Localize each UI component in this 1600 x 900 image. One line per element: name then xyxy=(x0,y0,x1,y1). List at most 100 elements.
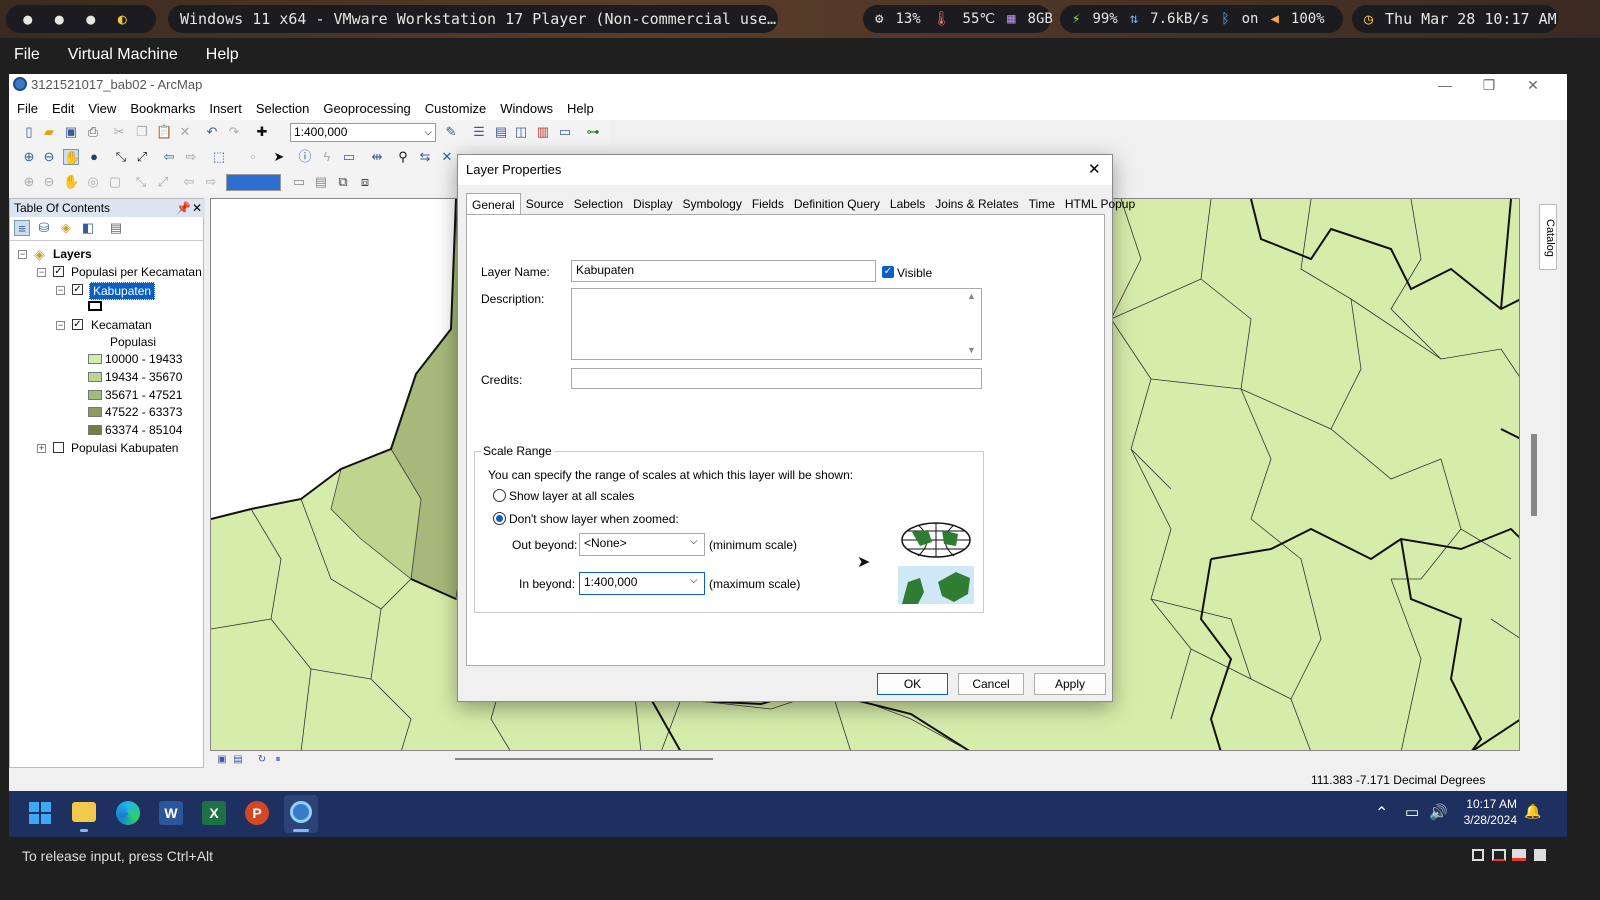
map-scale-combo[interactable]: 1:400,000 ⌵ xyxy=(290,123,436,142)
workspace-indicator[interactable]: ● ● ● ◐ xyxy=(6,5,156,33)
edge-browser-icon[interactable] xyxy=(116,801,140,825)
visible-checkbox[interactable]: ✓ xyxy=(882,266,894,278)
usb-device-icon[interactable] xyxy=(1512,849,1526,861)
print-icon[interactable]: ⎙ xyxy=(85,124,101,140)
populasi-kabupaten-checkbox[interactable] xyxy=(53,442,64,453)
legend-swatch[interactable] xyxy=(88,390,102,400)
delete-icon[interactable]: ✕ xyxy=(177,124,193,140)
fixed-zoom-out-layout-icon[interactable]: ⤢ xyxy=(155,174,171,190)
show-all-scales-radio[interactable] xyxy=(493,489,506,502)
layout-pan-icon[interactable]: ✋ xyxy=(63,174,79,190)
out-beyond-select[interactable]: <None> ⌵ xyxy=(579,533,705,556)
full-extent-icon[interactable]: ● xyxy=(86,149,102,165)
collapse-icon[interactable]: − xyxy=(37,268,46,277)
legend-swatch[interactable] xyxy=(88,372,102,382)
toc-layers-root[interactable]: Layers xyxy=(53,247,92,261)
save-icon[interactable]: ▣ xyxy=(63,124,79,140)
excel-icon[interactable]: X xyxy=(202,801,226,825)
python-window-icon[interactable]: ▭ xyxy=(557,124,573,140)
table-of-contents-icon[interactable]: ☰ xyxy=(471,124,487,140)
menu-selection[interactable]: Selection xyxy=(248,101,315,116)
workspace-dot-icon[interactable]: ● xyxy=(23,10,32,28)
ok-button[interactable]: OK xyxy=(877,673,948,695)
toggle-draft-icon[interactable]: ▭ xyxy=(291,174,307,190)
legend-swatch[interactable] xyxy=(88,354,102,364)
select-elements-icon[interactable]: ➤ xyxy=(271,149,287,165)
refresh-icon[interactable]: ↻ xyxy=(254,752,270,768)
paste-icon[interactable]: 📋 xyxy=(156,124,172,140)
redo-icon[interactable]: ↷ xyxy=(226,124,242,140)
editor-toolbar-icon[interactable]: ✎ xyxy=(443,124,459,140)
back-extent-icon[interactable]: ⇦ xyxy=(181,174,197,190)
forward-extent-icon[interactable]: ⇨ xyxy=(203,174,219,190)
scroll-up-icon[interactable]: ▲ xyxy=(967,291,976,301)
arctoolbox-icon[interactable]: ▥ xyxy=(535,124,551,140)
tab-symbology[interactable]: Symbology xyxy=(677,193,746,215)
kabupaten-visible-checkbox[interactable]: ✓ xyxy=(72,284,83,295)
identify-icon[interactable]: ⓘ xyxy=(297,149,313,165)
clear-selection-icon[interactable]: ▫ xyxy=(245,149,261,165)
powerpoint-icon[interactable]: P xyxy=(245,801,269,825)
zoom-in-icon[interactable]: ⊕ xyxy=(21,149,37,165)
focus-data-frame-icon[interactable]: ▤ xyxy=(313,174,329,190)
measure-icon[interactable]: ⇹ xyxy=(369,149,385,165)
scroll-down-icon[interactable]: ▼ xyxy=(967,345,976,355)
zoom-out-icon[interactable]: ⊖ xyxy=(41,149,57,165)
legend-swatch[interactable] xyxy=(88,425,102,435)
menu-help[interactable]: Help xyxy=(559,101,600,116)
zoom-whole-page-icon[interactable]: ◎ xyxy=(85,174,101,190)
close-toc-icon[interactable]: ✕ xyxy=(192,199,202,217)
tab-source[interactable]: Source xyxy=(521,193,569,215)
clock[interactable]: ◷ Thu Mar 28 10:17 AM xyxy=(1352,5,1558,33)
taskbar-date[interactable]: 3/28/2024 xyxy=(1449,813,1517,827)
workspace-dot-icon[interactable]: ● xyxy=(86,10,95,28)
hdd-device-icon[interactable] xyxy=(1472,849,1484,861)
close-button[interactable]: ✕ xyxy=(1511,74,1555,96)
html-popup-icon[interactable]: ▭ xyxy=(341,149,357,165)
toc-layer-kabupaten[interactable]: Kabupaten xyxy=(89,282,156,300)
collapse-icon[interactable]: − xyxy=(56,321,65,330)
go-back-icon[interactable]: ⇦ xyxy=(161,149,177,165)
catalog-window-icon[interactable]: ▤ xyxy=(493,124,509,140)
expand-icon[interactable]: + xyxy=(37,444,46,453)
copy-icon[interactable]: ❐ xyxy=(134,124,150,140)
legend-swatch[interactable] xyxy=(88,407,102,417)
undo-icon[interactable]: ↶ xyxy=(204,124,220,140)
layout-zoom-in-icon[interactable]: ⊕ xyxy=(21,174,37,190)
layout-view-icon[interactable]: ▤ xyxy=(230,752,246,768)
go-forward-icon[interactable]: ⇨ xyxy=(183,149,199,165)
volume-tray-icon[interactable]: 🔊 xyxy=(1429,803,1448,821)
toc-group-populasi-kabupaten[interactable]: Populasi Kabupaten xyxy=(71,441,178,455)
menu-windows[interactable]: Windows xyxy=(492,101,559,116)
select-features-icon[interactable]: ⬚ xyxy=(211,149,227,165)
in-beyond-select[interactable]: 1:400,000 ⌵ xyxy=(579,572,705,595)
tab-joins-relates[interactable]: Joins & Relates xyxy=(930,193,1023,215)
kabupaten-symbol[interactable] xyxy=(88,301,102,311)
sound-device-icon[interactable] xyxy=(1534,849,1546,861)
notification-bell-icon[interactable]: 🔔 xyxy=(1524,803,1541,820)
tab-definition-query[interactable]: Definition Query xyxy=(789,193,885,215)
menu-file[interactable]: File xyxy=(9,101,44,116)
dont-show-zoomed-radio[interactable] xyxy=(493,512,506,525)
go-to-xy-icon[interactable]: ✕ xyxy=(439,149,455,165)
file-explorer-icon[interactable] xyxy=(72,802,96,822)
toc-group-populasi-kecamatan[interactable]: Populasi per Kecamatan xyxy=(71,265,202,279)
vm-menu-help[interactable]: Help xyxy=(192,46,253,64)
cancel-button[interactable]: Cancel xyxy=(958,673,1024,695)
apply-button[interactable]: Apply xyxy=(1034,673,1106,695)
word-icon[interactable]: W xyxy=(159,801,183,825)
catalog-dock-tab[interactable]: Catalog xyxy=(1539,204,1557,270)
minimize-button[interactable]: — xyxy=(1423,74,1467,96)
menu-edit[interactable]: Edit xyxy=(44,101,80,116)
tab-display[interactable]: Display xyxy=(628,193,677,215)
collapse-icon[interactable]: − xyxy=(18,250,27,259)
menu-insert[interactable]: Insert xyxy=(201,101,248,116)
layer-name-input[interactable]: Kabupaten xyxy=(571,260,876,282)
list-by-source-icon[interactable]: ⛁ xyxy=(36,220,52,236)
menu-view[interactable]: View xyxy=(80,101,122,116)
list-by-visibility-icon[interactable]: ◈ xyxy=(58,220,74,236)
add-data-icon[interactable]: ✚ xyxy=(254,124,270,140)
show-hidden-icons-icon[interactable]: ⌃ xyxy=(1375,803,1388,823)
fixed-zoom-in-layout-icon[interactable]: ⤡ xyxy=(133,174,149,190)
horizontal-scrollbar-thumb[interactable] xyxy=(455,758,713,760)
